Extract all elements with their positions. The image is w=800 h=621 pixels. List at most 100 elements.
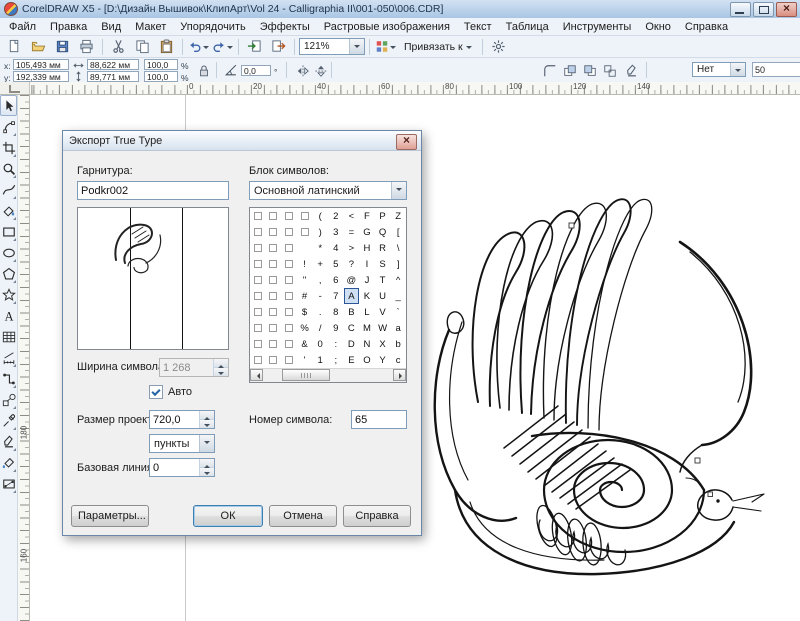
corner-roundness-button[interactable] xyxy=(540,62,559,80)
cut-button[interactable] xyxy=(107,36,130,57)
spin-down-icon[interactable] xyxy=(200,468,214,476)
char-cell[interactable] xyxy=(281,272,297,288)
project-size-input[interactable] xyxy=(150,411,199,428)
char-cell[interactable]: - xyxy=(312,288,328,304)
menu-item-растровые изображения[interactable]: Растровые изображения xyxy=(317,19,457,35)
char-cell[interactable]: [ xyxy=(390,224,406,240)
char-cell[interactable]: ` xyxy=(390,304,406,320)
char-cell[interactable] xyxy=(281,336,297,352)
lock-ratio-button[interactable] xyxy=(194,62,213,80)
baseline-input[interactable] xyxy=(150,459,199,476)
char-cell[interactable]: + xyxy=(312,256,328,272)
menu-item-правка[interactable]: Правка xyxy=(43,19,94,35)
to-back-button[interactable] xyxy=(580,62,599,80)
smart-fill-tool[interactable] xyxy=(0,200,17,221)
char-cell[interactable]: O xyxy=(359,352,375,368)
char-cell[interactable] xyxy=(250,224,266,240)
ok-button[interactable]: ОК xyxy=(193,505,263,527)
char-cell[interactable] xyxy=(281,320,297,336)
char-cell[interactable]: ! xyxy=(297,256,313,272)
to-front-button[interactable] xyxy=(560,62,579,80)
char-cell[interactable]: 9 xyxy=(328,320,344,336)
auto-checkbox[interactable] xyxy=(149,385,163,399)
char-cell[interactable] xyxy=(281,224,297,240)
char-cell[interactable]: F xyxy=(359,208,375,224)
menu-item-макет[interactable]: Макет xyxy=(128,19,173,35)
menu-item-окно[interactable]: Окно xyxy=(638,19,678,35)
char-cell[interactable]: : xyxy=(328,336,344,352)
char-cell[interactable]: ] xyxy=(390,256,406,272)
char-cell[interactable] xyxy=(250,336,266,352)
char-cell[interactable]: Z xyxy=(390,208,406,224)
text-tool[interactable]: A xyxy=(0,305,17,326)
char-cell[interactable] xyxy=(266,208,282,224)
edge-field[interactable] xyxy=(752,62,800,77)
char-number-input[interactable] xyxy=(351,410,407,429)
char-cell[interactable] xyxy=(266,304,282,320)
char-cell[interactable]: U xyxy=(375,288,391,304)
char-cell[interactable]: ( xyxy=(312,208,328,224)
char-cell[interactable]: W xyxy=(375,320,391,336)
export-button[interactable] xyxy=(267,36,290,57)
polygon-tool[interactable] xyxy=(0,263,17,284)
char-cell[interactable] xyxy=(250,320,266,336)
node-marker[interactable] xyxy=(695,458,700,463)
dimension-tool[interactable] xyxy=(0,347,17,368)
outline-tool[interactable] xyxy=(0,431,17,452)
char-cell[interactable] xyxy=(250,256,266,272)
char-cell[interactable]: K xyxy=(359,288,375,304)
dialog-close-icon[interactable] xyxy=(396,134,417,150)
char-cell[interactable]: $ xyxy=(297,304,313,320)
scale-x-field[interactable] xyxy=(144,59,178,70)
freehand-tool[interactable] xyxy=(0,179,17,200)
table-tool[interactable] xyxy=(0,326,17,347)
char-cell[interactable]: A xyxy=(344,288,360,304)
menu-item-текст[interactable]: Текст xyxy=(457,19,499,35)
char-cell[interactable]: E xyxy=(344,352,360,368)
char-cell[interactable]: 3 xyxy=(328,224,344,240)
shape-tool[interactable] xyxy=(0,116,17,137)
char-cell[interactable] xyxy=(266,320,282,336)
chevron-down-icon[interactable] xyxy=(349,39,364,54)
ellipse-tool[interactable] xyxy=(0,242,17,263)
char-cell[interactable] xyxy=(266,240,282,256)
char-cell[interactable]: M xyxy=(359,320,375,336)
application-launcher-button[interactable] xyxy=(374,36,397,57)
char-cell[interactable] xyxy=(266,352,282,368)
cancel-button[interactable]: Отмена xyxy=(269,505,337,527)
dialog-title-bar[interactable]: Экспорт True Type xyxy=(63,131,421,151)
char-cell[interactable] xyxy=(250,240,266,256)
units-combo[interactable]: пункты xyxy=(149,434,215,453)
char-grid[interactable]: (2<FPZ)3=GQ[ *4>HR\!+5?IS]",6@JT^#-7AKU_… xyxy=(249,207,407,383)
options-button[interactable]: Параметры... xyxy=(71,505,149,527)
rotation-angle-field[interactable] xyxy=(241,65,271,76)
help-button[interactable]: Справка xyxy=(343,505,411,527)
char-cell[interactable]: 4 xyxy=(328,240,344,256)
char-cell[interactable]: J xyxy=(359,272,375,288)
chevron-down-icon[interactable] xyxy=(391,182,406,199)
outline-width-combo[interactable]: Нет xyxy=(692,62,746,77)
char-cell[interactable]: 8 xyxy=(328,304,344,320)
char-cell[interactable]: B xyxy=(344,304,360,320)
node-marker[interactable] xyxy=(569,223,574,228)
char-cell[interactable] xyxy=(281,240,297,256)
char-cell[interactable]: 0 xyxy=(312,336,328,352)
char-cell[interactable]: @ xyxy=(344,272,360,288)
char-cell[interactable]: Y xyxy=(375,352,391,368)
connector-tool[interactable] xyxy=(0,368,17,389)
copy-button[interactable] xyxy=(131,36,154,57)
menu-item-файл[interactable]: Файл xyxy=(2,19,43,35)
char-cell[interactable]: > xyxy=(344,240,360,256)
char-cell[interactable] xyxy=(297,208,313,224)
menu-item-таблица[interactable]: Таблица xyxy=(499,19,556,35)
char-cell[interactable]: * xyxy=(312,240,328,256)
options-button[interactable] xyxy=(487,36,510,57)
group-objects-button[interactable] xyxy=(600,62,619,80)
spin-up-icon[interactable] xyxy=(200,411,214,420)
fill-tool[interactable] xyxy=(0,452,17,473)
char-cell[interactable] xyxy=(266,224,282,240)
eyedropper-tool[interactable] xyxy=(0,410,17,431)
char-cell[interactable]: X xyxy=(375,336,391,352)
char-cell[interactable]: ) xyxy=(312,224,328,240)
import-button[interactable] xyxy=(243,36,266,57)
